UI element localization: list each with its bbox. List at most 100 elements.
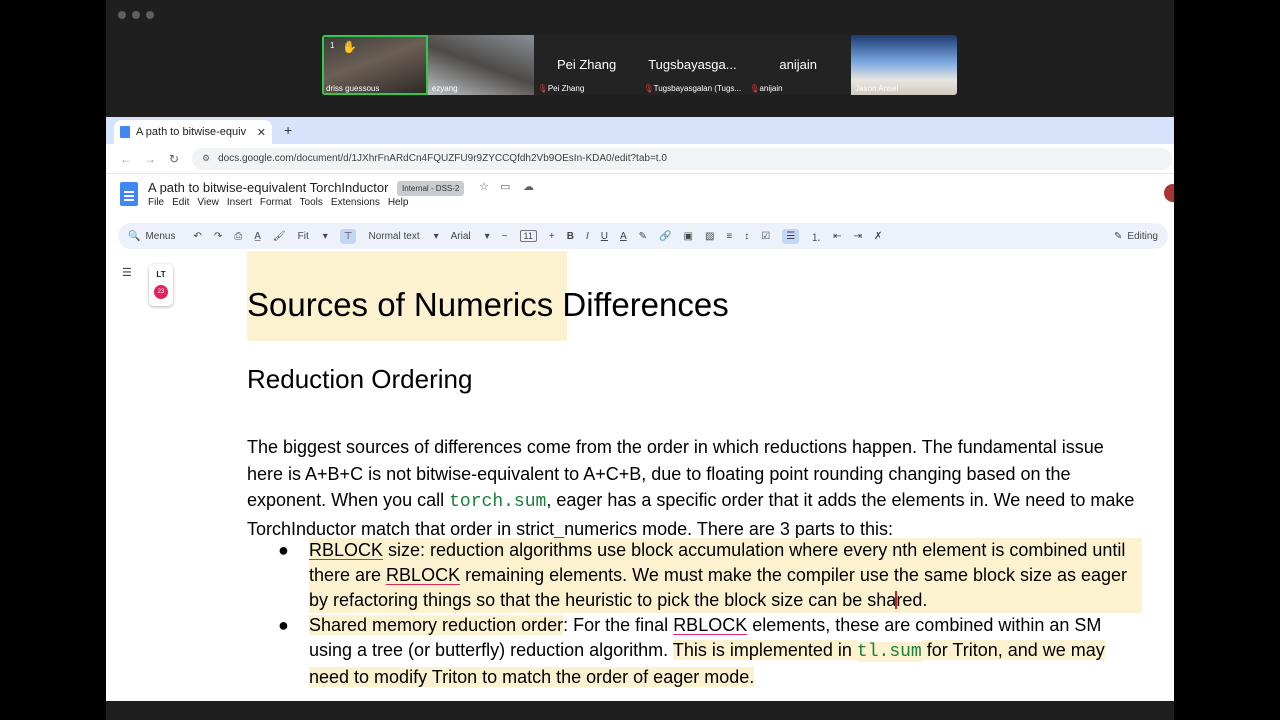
site-info-icon[interactable]: ⚙ [202, 153, 210, 164]
docs-header: A path to bitwise-equivalent TorchInduct… [106, 174, 1174, 214]
languagetool-widget[interactable]: LT 23 [149, 264, 173, 306]
text-color-icon[interactable]: A [620, 231, 627, 242]
decrease-font-icon[interactable]: − [502, 231, 508, 242]
image-icon[interactable]: ▨ [705, 231, 714, 242]
document-body[interactable]: Sources of Numerics Differences Reductio… [247, 251, 1147, 701]
window-controls [118, 11, 154, 19]
star-icon[interactable]: ☆ [479, 180, 489, 193]
url-input[interactable]: ⚙ docs.google.com/document/d/1JXhrFnARdC… [192, 147, 1172, 170]
bullet-icon: ● [278, 540, 289, 560]
list-item: ● Shared memory reduction order: For the… [278, 615, 1105, 687]
link-icon[interactable]: 🔗 [659, 231, 671, 242]
menu-view[interactable]: View [197, 197, 219, 208]
raised-hand-icon: ✋ [342, 40, 357, 54]
screen-share-frame: 1 ✋ driss guessous ezyang Pei Zhang 🎙Pei… [106, 0, 1174, 720]
participant-name: Jason Ansel [855, 84, 899, 93]
underline-icon[interactable]: U [601, 231, 608, 242]
participant-name: driss guessous [326, 84, 380, 93]
participant-name: ezyang [431, 84, 458, 93]
inline-code: tl.sum [856, 642, 922, 662]
menu-insert[interactable]: Insert [227, 197, 252, 208]
numbered-list-icon[interactable]: ⒈ [811, 229, 821, 244]
muted-mic-icon: 🎙 [537, 84, 548, 93]
tab-bar: A path to bitwise-equiv ✕ + [106, 117, 1174, 144]
bulleted-list-icon[interactable]: ☰ [782, 228, 800, 244]
docs-logo-icon[interactable] [120, 182, 138, 206]
menu-tools[interactable]: Tools [300, 197, 323, 208]
participant-display-name: Pei Zhang [556, 57, 617, 72]
menu-format[interactable]: Format [260, 197, 292, 208]
spellcheck-icon[interactable]: A̲ [254, 231, 261, 242]
docs-favicon-icon [120, 126, 130, 138]
browser-tab[interactable]: A path to bitwise-equiv ✕ [114, 120, 272, 144]
style-select[interactable]: Normal text ▾ [368, 231, 438, 242]
increase-indent-icon[interactable]: ⇥ [854, 231, 862, 242]
forward-icon[interactable]: → [138, 152, 162, 166]
participant-tile[interactable]: ezyang [427, 35, 534, 95]
bold-icon[interactable]: B [567, 231, 574, 242]
participant-tile[interactable]: 1 ✋ driss guessous [322, 35, 428, 95]
participant-display-name: Tugsbayasga... [648, 57, 737, 72]
line-spacing-icon[interactable]: ↕ [744, 231, 749, 242]
editing-mode-button[interactable]: ✎ Editing [1114, 231, 1158, 242]
search-icon: 🔍 [128, 230, 141, 242]
participant-tile[interactable]: Jason Ansel [851, 35, 957, 95]
clear-formatting-icon[interactable]: ✗ [874, 231, 882, 242]
italic-icon[interactable]: I [586, 231, 589, 242]
align-icon[interactable]: ≡ [726, 231, 732, 242]
issue-count-badge: 23 [154, 285, 168, 299]
pencil-icon: ✎ [1114, 230, 1123, 242]
close-tab-icon[interactable]: ✕ [257, 126, 266, 139]
zoom-select[interactable]: Fit ▾ [298, 231, 328, 242]
comment-icon[interactable]: ▣ [683, 231, 692, 242]
hand-order: 1 [330, 41, 335, 50]
participant-strip: 1 ✋ driss guessous ezyang Pei Zhang 🎙Pei… [322, 35, 957, 95]
font-size-input[interactable]: 11 [519, 230, 537, 242]
languagetool-icon: LT [156, 270, 166, 279]
increase-font-icon[interactable]: + [549, 231, 555, 242]
participant-tile[interactable]: Pei Zhang 🎙Pei Zhang [533, 35, 640, 95]
participant-tile[interactable]: Tugsbayasga... 🎙Tugsbayasgalan (Tugs... [639, 35, 746, 95]
languagetool-icon[interactable]: ⊤ [339, 228, 357, 244]
address-bar-row: ← → ↻ ⚙ docs.google.com/document/d/1JXhr… [106, 144, 1174, 174]
move-folder-icon[interactable]: ▭ [500, 180, 510, 193]
cloud-status-icon[interactable]: ☁ [523, 180, 534, 193]
chevron-down-icon: ▾ [484, 230, 490, 242]
menu-bar: File Edit View Insert Format Tools Exten… [148, 197, 408, 208]
docs-toolbar: 🔍 Menus ↶ ↷ ⎙ A̲ 🖌 Fit ▾ ⊤ Normal text ▾ Ar… [118, 223, 1168, 249]
new-tab-button[interactable]: + [284, 122, 292, 138]
account-avatar[interactable] [1164, 184, 1174, 202]
menus-search[interactable]: 🔍 Menus [128, 231, 175, 242]
participant-name: Tugsbayasgalan (Tugs... [653, 84, 742, 93]
decrease-indent-icon[interactable]: ⇤ [833, 231, 841, 242]
menu-file[interactable]: File [148, 197, 164, 208]
menu-extensions[interactable]: Extensions [331, 197, 380, 208]
menu-edit[interactable]: Edit [172, 197, 189, 208]
undo-icon[interactable]: ↶ [193, 231, 201, 242]
heading-1: Sources of Numerics Differences [247, 251, 767, 341]
participant-tile[interactable]: anijain 🎙anijain [745, 35, 852, 95]
print-icon[interactable]: ⎙ [234, 231, 242, 242]
inline-code: torch.sum [449, 492, 547, 512]
bottom-bar [106, 701, 1174, 720]
muted-mic-icon: 🎙 [643, 84, 654, 93]
tab-title: A path to bitwise-equiv [136, 126, 247, 138]
list-item: ● RBLOCK size: reduction algorithms use … [247, 538, 1142, 613]
muted-mic-icon: 🎙 [749, 84, 760, 93]
heading-2: Reduction Ordering [247, 364, 473, 394]
redo-icon[interactable]: ↷ [214, 231, 222, 242]
chevron-down-icon: ▾ [433, 230, 439, 242]
back-icon[interactable]: ← [114, 152, 138, 166]
font-select[interactable]: Arial ▾ [451, 231, 490, 242]
checklist-icon[interactable]: ☑ [761, 231, 770, 242]
menu-help[interactable]: Help [388, 197, 409, 208]
participant-name: anijain [759, 84, 783, 93]
paint-format-icon[interactable]: 🖌 [273, 231, 286, 242]
chevron-down-icon: ▾ [322, 230, 328, 242]
reload-icon[interactable]: ↻ [162, 152, 186, 166]
document-title[interactable]: A path to bitwise-equivalent TorchInduct… [148, 180, 388, 195]
outline-icon[interactable]: ☰ [122, 266, 132, 279]
label-chip[interactable]: Internal - DSS-2 [397, 181, 465, 196]
participant-name: Pei Zhang [547, 84, 585, 93]
highlight-icon[interactable]: ✎ [639, 231, 647, 242]
